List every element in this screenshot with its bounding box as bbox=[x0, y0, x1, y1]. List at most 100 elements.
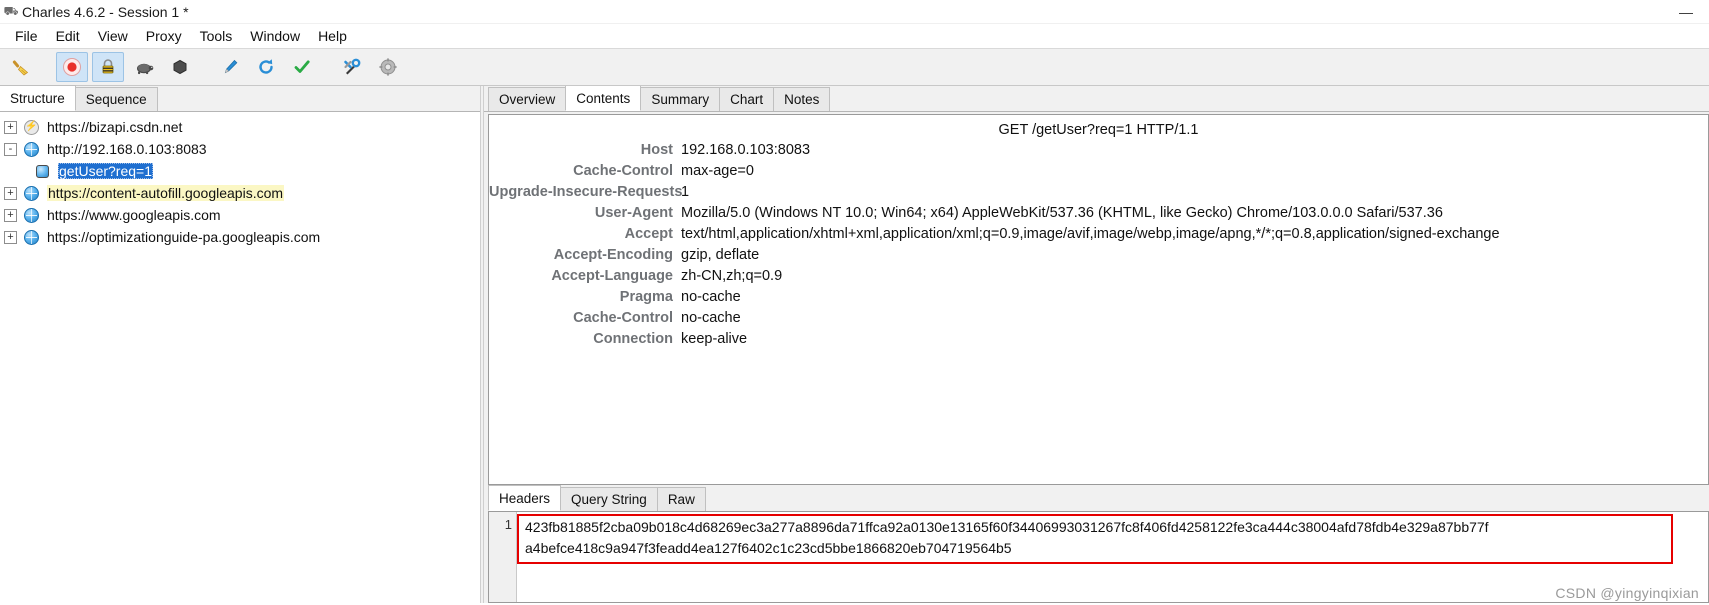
hexagon-icon bbox=[173, 59, 187, 75]
header-value: zh-CN,zh;q=0.9 bbox=[681, 268, 783, 284]
clear-session-button[interactable] bbox=[6, 52, 38, 82]
toolbar bbox=[0, 48, 1709, 86]
expander-plus-icon[interactable]: + bbox=[4, 230, 17, 244]
header-row-upgrade-insecure-requests: Upgrade-Insecure-Requests 1 bbox=[489, 182, 1708, 203]
tree-item-www-googleapis[interactable]: + https://www.googleapis.com bbox=[4, 204, 480, 226]
menu-item-tools[interactable]: Tools bbox=[191, 26, 242, 46]
header-name: Host bbox=[640, 142, 673, 158]
charles-window: ⛟ Charles 4.6.2 - Session 1 * — File Edi… bbox=[0, 0, 1709, 605]
header-name: Upgrade-Insecure-Requests bbox=[489, 184, 683, 200]
header-name: Cache-Control bbox=[573, 310, 673, 326]
header-name: Pragma bbox=[619, 289, 673, 305]
tree-item-label: https://bizapi.csdn.net bbox=[47, 119, 183, 135]
globe-icon bbox=[23, 207, 40, 224]
record-button[interactable] bbox=[56, 52, 88, 82]
tab-contents[interactable]: Contents bbox=[565, 86, 642, 111]
header-row-connection: Connection keep-alive bbox=[489, 329, 1708, 350]
minimize-button[interactable]: — bbox=[1663, 0, 1709, 24]
expander-plus-icon[interactable]: + bbox=[4, 208, 17, 222]
expander-minus-icon[interactable]: - bbox=[4, 142, 17, 156]
settings-button[interactable] bbox=[372, 52, 404, 82]
ssl-proxying-button[interactable] bbox=[92, 52, 124, 82]
record-icon bbox=[63, 58, 81, 76]
validate-button[interactable] bbox=[286, 52, 318, 82]
refresh-icon bbox=[259, 59, 273, 74]
tab-query-string[interactable]: Query String bbox=[560, 487, 658, 511]
menu-item-file[interactable]: File bbox=[6, 26, 47, 46]
header-value: keep-alive bbox=[681, 331, 748, 347]
header-name: User-Agent bbox=[594, 205, 673, 221]
tree-item-label: https://optimizationguide-pa.googleapis.… bbox=[47, 229, 321, 245]
tab-contents-label: Contents bbox=[576, 90, 631, 106]
header-row-cache-control: Cache-Control max-age=0 bbox=[489, 161, 1708, 182]
tools-button[interactable] bbox=[336, 52, 368, 82]
right-panel: Overview Contents Summary Chart Notes GE… bbox=[484, 86, 1709, 603]
header-value: 1 bbox=[681, 184, 690, 200]
tab-overview-label: Overview bbox=[499, 92, 556, 107]
tree-item-optimizationguide[interactable]: + https://optimizationguide-pa.googleapi… bbox=[4, 226, 480, 248]
header-value: no-cache bbox=[681, 310, 741, 326]
charles-app-icon: ⛟ bbox=[3, 3, 19, 18]
repeat-button[interactable] bbox=[250, 52, 282, 82]
tab-structure[interactable]: Structure bbox=[0, 85, 76, 111]
header-name: Accept-Language bbox=[551, 268, 673, 284]
title-bar: ⛟ Charles 4.6.2 - Session 1 * — bbox=[0, 0, 1709, 24]
globe-icon bbox=[23, 229, 40, 246]
menu-item-proxy[interactable]: Proxy bbox=[137, 26, 191, 46]
tree-item-getuser-request[interactable]: getUser?req=1 bbox=[4, 160, 480, 182]
tab-raw[interactable]: Raw bbox=[656, 487, 706, 511]
throttle-button[interactable] bbox=[128, 52, 160, 82]
breakpoints-button[interactable] bbox=[164, 52, 196, 82]
globe-icon bbox=[23, 141, 40, 158]
tree-item-local-host[interactable]: - http://192.168.0.103:8083 bbox=[4, 138, 480, 160]
menu-bar: File Edit View Proxy Tools Window Help bbox=[0, 24, 1709, 48]
turtle-icon bbox=[137, 63, 154, 75]
header-name: Accept bbox=[624, 226, 673, 242]
header-value: Mozilla/5.0 (Windows NT 10.0; Win64; x64… bbox=[681, 205, 1443, 221]
tab-headers[interactable]: Headers bbox=[488, 485, 562, 511]
header-name: Cache-Control bbox=[573, 163, 673, 179]
tree-item-bizapi[interactable]: + ⚡ https://bizapi.csdn.net bbox=[4, 116, 480, 138]
tab-overview[interactable]: Overview bbox=[488, 87, 567, 111]
tree-item-content-autofill[interactable]: + https://content-autofill.googleapis.co… bbox=[4, 182, 480, 204]
tree-item-label: https://www.googleapis.com bbox=[47, 207, 221, 223]
expander-plus-icon[interactable]: + bbox=[4, 120, 17, 134]
session-tree: + ⚡ https://bizapi.csdn.net - http://192… bbox=[0, 112, 480, 248]
main-split: Structure Sequence + ⚡ https://bizapi.cs… bbox=[0, 85, 1709, 603]
gear-icon bbox=[379, 58, 397, 76]
hex-line-1: 423fb81885f2cba09b018c4d68269ec3a277a889… bbox=[525, 519, 1489, 535]
pen-icon bbox=[224, 59, 238, 74]
header-value: max-age=0 bbox=[681, 163, 754, 179]
checkmark-icon bbox=[294, 60, 310, 73]
hex-content[interactable]: 423fb81885f2cba09b018c4d68269ec3a277a889… bbox=[517, 512, 1708, 602]
header-name: Connection bbox=[593, 331, 673, 347]
menu-item-view[interactable]: View bbox=[89, 26, 137, 46]
tab-summary[interactable]: Summary bbox=[640, 87, 721, 111]
line-number-gutter: 1 bbox=[489, 512, 517, 602]
left-panel: Structure Sequence + ⚡ https://bizapi.cs… bbox=[0, 85, 480, 603]
tab-notes[interactable]: Notes bbox=[773, 87, 831, 111]
tab-sequence[interactable]: Sequence bbox=[74, 87, 158, 111]
tab-chart[interactable]: Chart bbox=[719, 87, 775, 111]
tab-query-string-label: Query String bbox=[571, 492, 647, 507]
header-name: Accept-Encoding bbox=[553, 247, 673, 263]
watermark: CSDN @yingyinqixian bbox=[1555, 585, 1699, 601]
request-line: GET /getUser?req=1 HTTP/1.1 bbox=[998, 122, 1199, 138]
header-value: gzip, deflate bbox=[681, 247, 760, 263]
right-panel-tabs: Overview Contents Summary Chart Notes bbox=[484, 86, 1709, 112]
expander-plus-icon[interactable]: + bbox=[4, 186, 17, 200]
menu-item-edit[interactable]: Edit bbox=[47, 26, 89, 46]
header-row-cache-control-2: Cache-Control no-cache bbox=[489, 308, 1708, 329]
header-row-user-agent: User-Agent Mozilla/5.0 (Windows NT 10.0;… bbox=[489, 203, 1708, 224]
tab-structure-label: Structure bbox=[10, 90, 65, 106]
request-icon bbox=[34, 163, 51, 180]
header-row-accept-language: Accept-Language zh-CN,zh;q=0.9 bbox=[489, 266, 1708, 287]
header-row-accept-encoding: Accept-Encoding gzip, deflate bbox=[489, 245, 1708, 266]
menu-item-window[interactable]: Window bbox=[241, 26, 309, 46]
tree-item-label: getUser?req=1 bbox=[58, 163, 154, 179]
menu-item-help[interactable]: Help bbox=[309, 26, 356, 46]
header-row-host: Host 192.168.0.103:8083 bbox=[489, 140, 1708, 161]
tab-notes-label: Notes bbox=[784, 92, 820, 107]
raw-content-view[interactable]: 1 423fb81885f2cba09b018c4d68269ec3a277a8… bbox=[488, 511, 1709, 603]
compose-button[interactable] bbox=[214, 52, 246, 82]
